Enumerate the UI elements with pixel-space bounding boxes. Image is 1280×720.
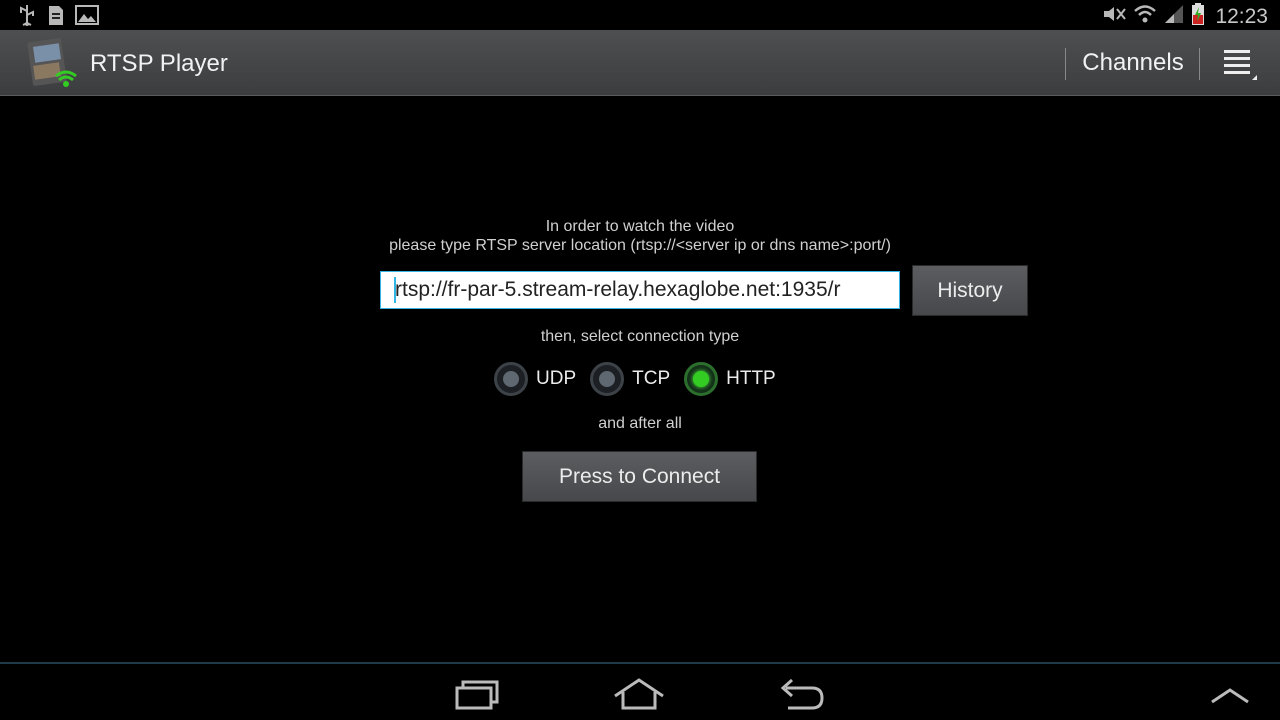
home-icon	[609, 678, 669, 716]
app-logo-icon[interactable]	[26, 36, 80, 90]
home-button[interactable]	[609, 676, 669, 712]
channels-button[interactable]: Channels	[1066, 30, 1200, 96]
radio-label-tcp: TCP	[632, 368, 671, 389]
status-bar: 12:23	[0, 0, 1280, 30]
recent-apps-button[interactable]	[447, 676, 507, 712]
image-icon	[74, 3, 100, 32]
usb-icon	[16, 3, 38, 32]
after-all-text: and after all	[598, 415, 682, 432]
radio-udp[interactable]: UDP	[494, 362, 576, 396]
sd-card-icon	[46, 3, 66, 32]
radio-label-udp: UDP	[536, 368, 577, 389]
expand-up-icon	[1200, 688, 1260, 716]
expand-up-button[interactable]	[1200, 676, 1260, 712]
radio-button-icon[interactable]	[590, 362, 625, 396]
status-time: 12:23	[1215, 4, 1268, 28]
radio-button-icon[interactable]	[494, 362, 528, 396]
radio-http[interactable]: HTTP	[684, 362, 776, 396]
recent-apps-icon	[447, 680, 507, 716]
connection-type-group: UDP TCP HTTP	[494, 362, 790, 396]
connect-button[interactable]: Press to Connect	[522, 451, 757, 502]
back-button[interactable]	[772, 676, 832, 712]
battery-charging-icon	[1191, 2, 1205, 31]
instruction-line-2: please type RTSP server location (rtsp:/…	[389, 237, 891, 254]
radio-button-checked-icon[interactable]	[684, 362, 719, 396]
radio-label-http: HTTP	[726, 368, 776, 389]
overflow-menu-button[interactable]	[1208, 30, 1268, 96]
status-right-icons: 12:23	[1101, 2, 1268, 31]
text-caret	[394, 277, 396, 303]
status-left-icons	[16, 3, 100, 32]
signal-icon	[1163, 3, 1185, 30]
instruction-line-1: In order to watch the video	[545, 218, 735, 235]
app-title: RTSP Player	[90, 50, 228, 77]
radio-tcp[interactable]: TCP	[590, 362, 670, 396]
mute-icon	[1101, 3, 1127, 30]
back-icon	[772, 678, 832, 716]
radio-dot	[599, 371, 616, 387]
action-bar: RTSP Player Channels	[0, 30, 1280, 96]
navigation-bar	[0, 662, 1280, 720]
radio-dot	[693, 371, 710, 387]
radio-dot	[503, 371, 519, 387]
history-button[interactable]: History	[912, 265, 1028, 316]
url-input[interactable]	[380, 271, 900, 309]
wifi-icon	[1133, 2, 1157, 31]
action-divider	[1199, 48, 1200, 80]
select-connection-text: then, select connection type	[540, 328, 740, 345]
